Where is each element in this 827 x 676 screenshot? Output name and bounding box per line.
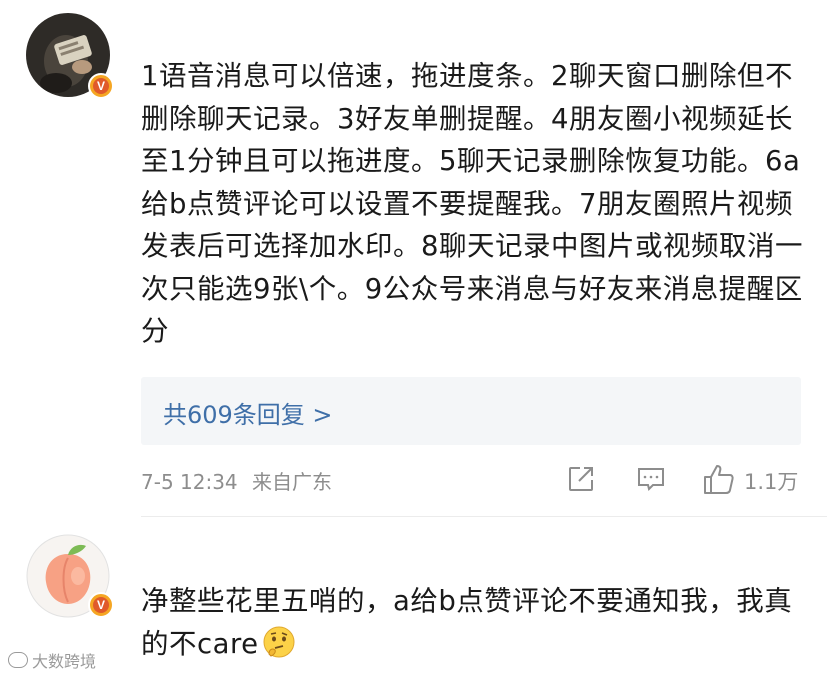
comment-text: 1语音消息可以倍速，拖进度条。2聊天窗口删除但不删除聊天记录。3好友单删提醒。4…	[141, 60, 803, 347]
comment-time: 7-5 12:34	[141, 470, 238, 494]
thinking-face-emoji	[261, 624, 297, 660]
replies-box[interactable]: 共609条回复 >	[141, 377, 801, 445]
comment-meta: 7-5 12:34 来自广东	[141, 466, 332, 495]
comment-item: V 净整些花里五哨的，a给b点赞评论不要通知我，我真的不care	[0, 520, 827, 676]
thumbs-up-icon[interactable]	[702, 462, 736, 500]
verified-badge: V	[88, 592, 114, 618]
like-count: 1.1万	[744, 470, 799, 494]
watermark-text: 大数跨境	[32, 652, 97, 671]
comment-item: V 1语音消息可以倍速，拖进度条。2聊天窗口删除但不删除聊天记录。3好友单删提醒…	[0, 0, 827, 520]
comment-text-body: 净整些花里五哨的，a给b点赞评论不要通知我，我真的不care	[141, 585, 793, 660]
watermark: 大数跨境	[8, 648, 96, 672]
comment-location: 来自广东	[252, 470, 333, 494]
share-icon[interactable]	[566, 464, 596, 498]
comment-divider	[141, 516, 827, 517]
verified-badge: V	[88, 73, 114, 99]
watermark-logo-icon	[8, 652, 28, 668]
view-replies-link[interactable]: 共609条回复 >	[163, 395, 333, 430]
user-avatar[interactable]: V	[26, 534, 116, 624]
user-avatar[interactable]: V	[26, 13, 116, 103]
comment-text: 净整些花里五哨的，a给b点赞评论不要通知我，我真的不care	[141, 580, 806, 665]
comment-icon[interactable]	[636, 464, 666, 498]
